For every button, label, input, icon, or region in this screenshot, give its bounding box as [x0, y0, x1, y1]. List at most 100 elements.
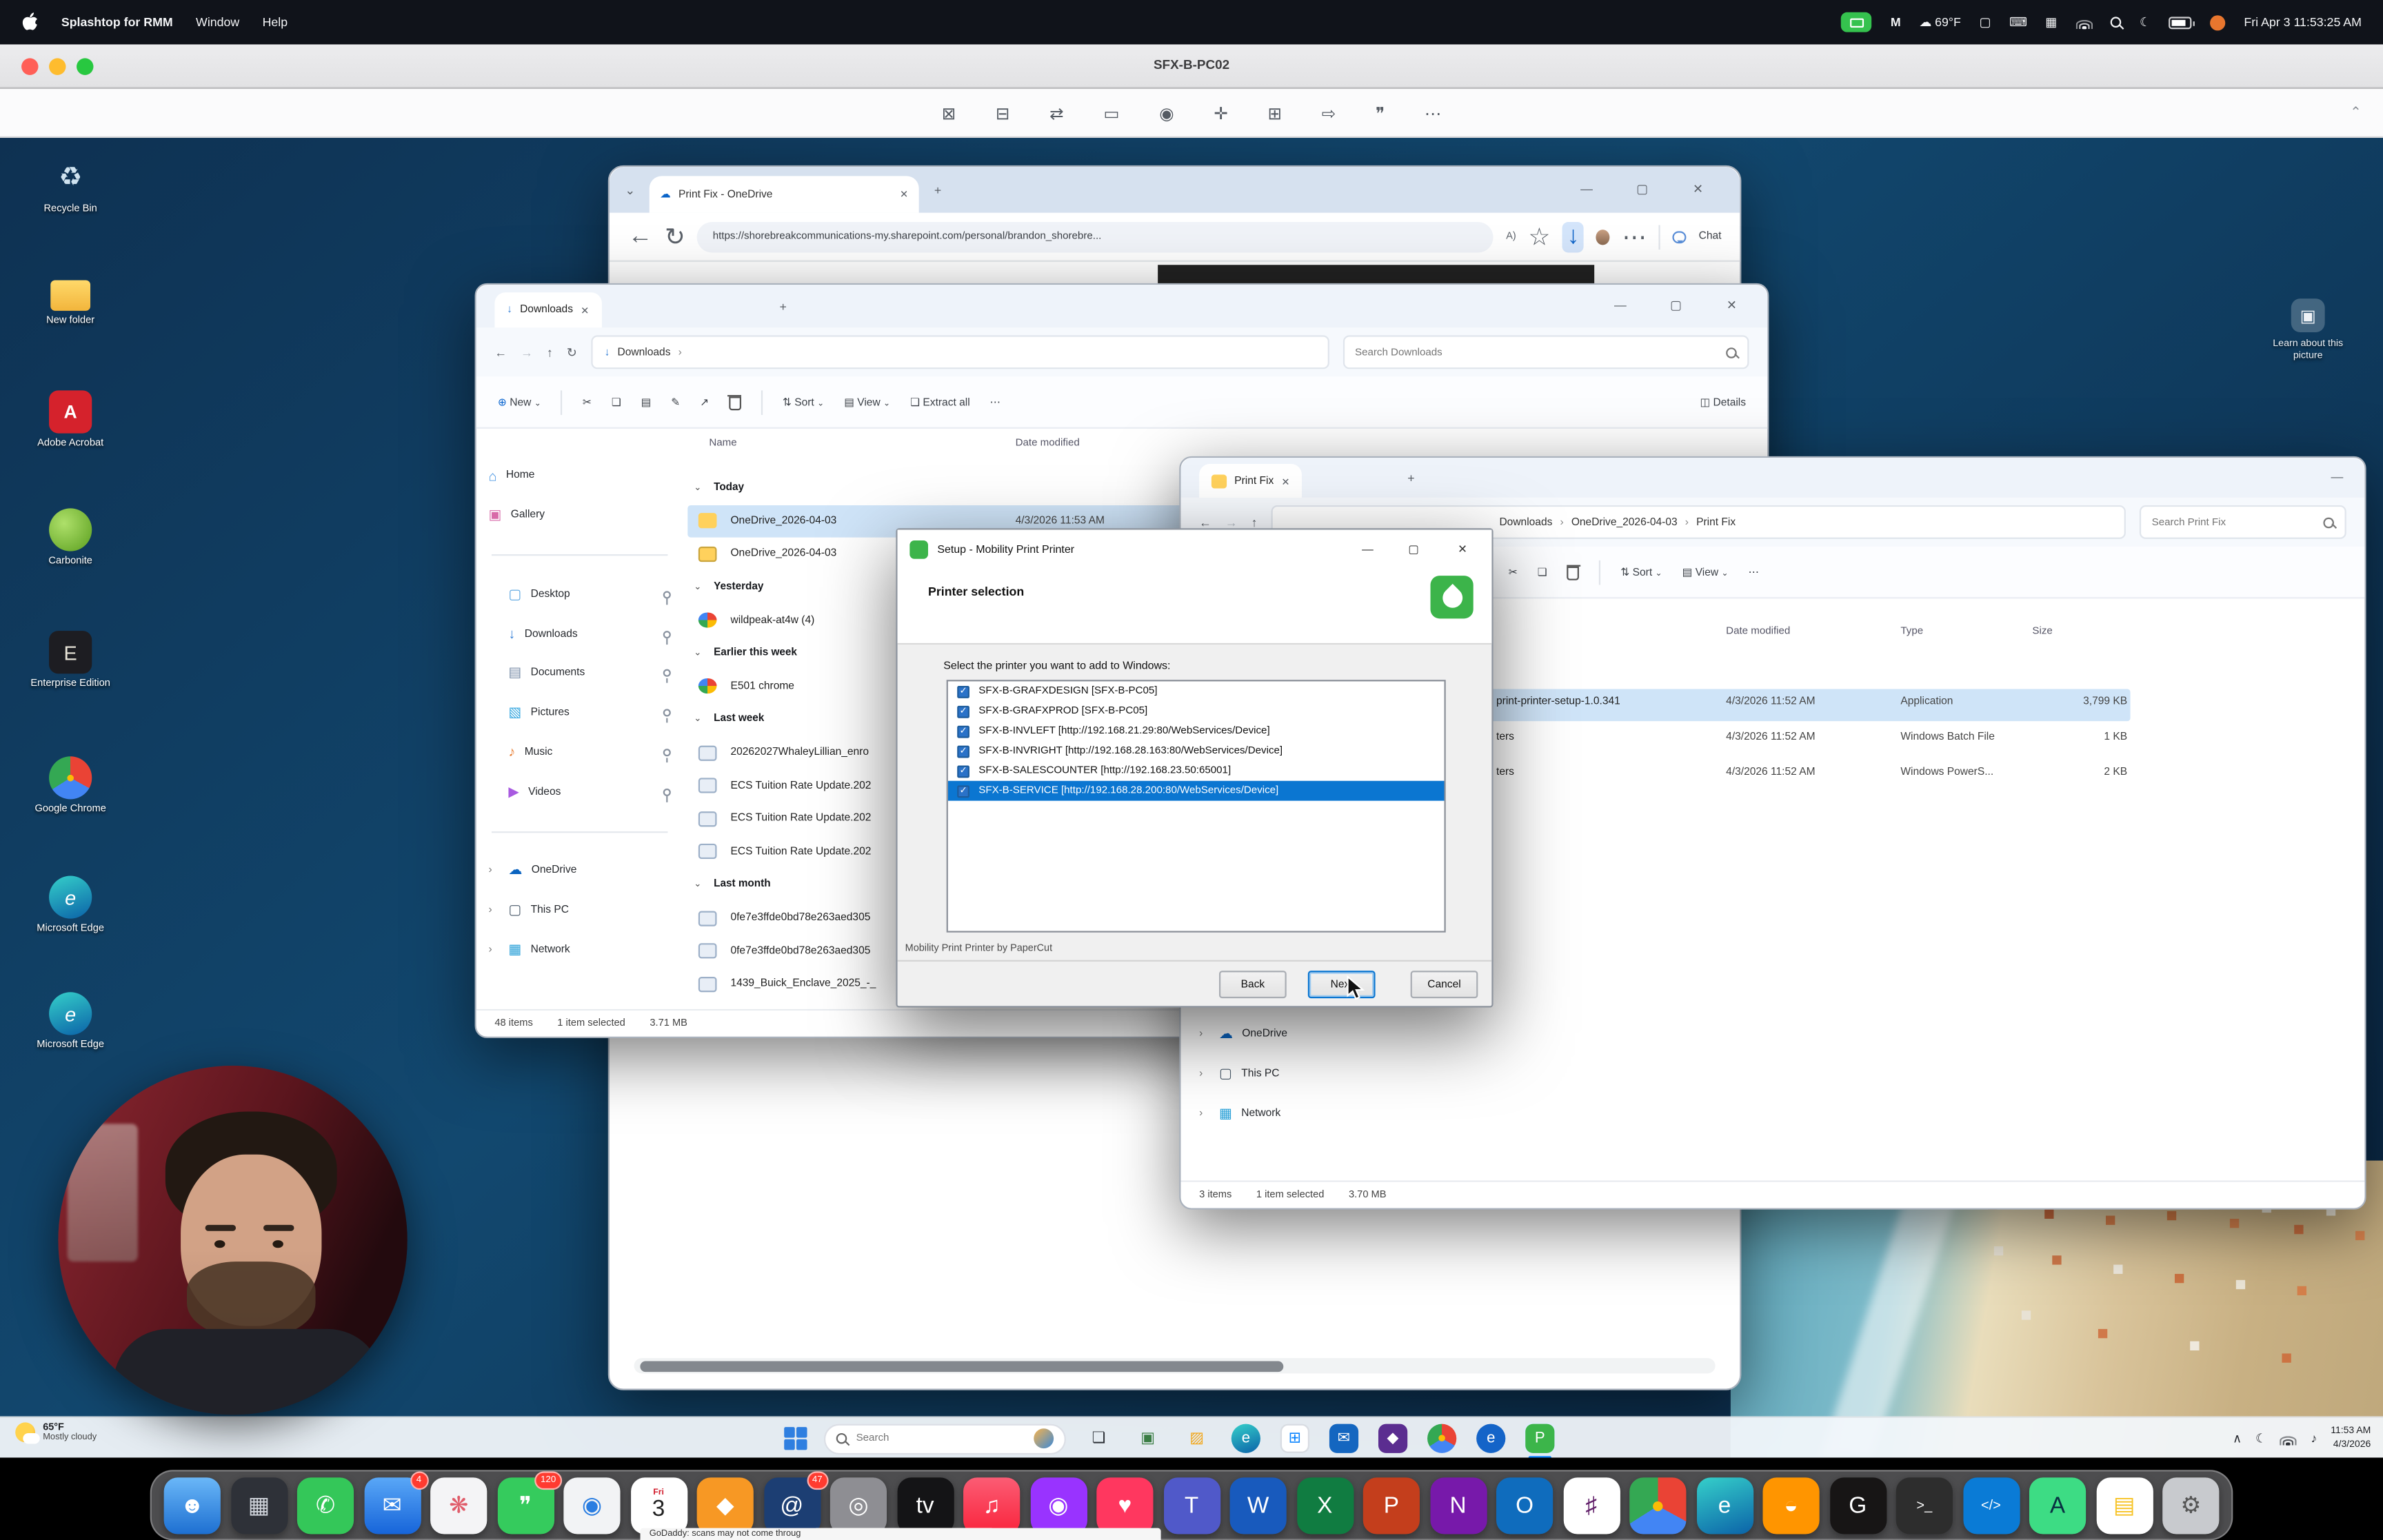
column-header-date[interactable]: Date modified: [1726, 626, 1790, 637]
address-bar[interactable]: https://shorebreakcommunications-my.shar…: [698, 221, 1494, 252]
focus-moon-icon[interactable]: ☾: [2140, 15, 2151, 29]
new-tab-button[interactable]: +: [934, 184, 941, 198]
paste-icon[interactable]: ▤: [641, 396, 652, 408]
close-icon[interactable]: ✕: [1727, 298, 1737, 312]
dock-icon[interactable]: Fri 3: [630, 1477, 687, 1533]
search-input[interactable]: [856, 1433, 997, 1444]
profile-avatar[interactable]: [1596, 229, 1610, 244]
chat-button[interactable]: Chat: [1699, 231, 1722, 242]
taskbar-search[interactable]: [824, 1424, 1066, 1454]
taskbar-app-icon[interactable]: ❏: [1083, 1422, 1115, 1455]
scrollbar-thumb[interactable]: [640, 1360, 1283, 1371]
moneyline-icon[interactable]: M: [1891, 15, 1901, 29]
search-input[interactable]: [1355, 347, 1726, 358]
menu-bar-clock[interactable]: Fri Apr 3 11:53:25 AM: [2244, 15, 2362, 29]
taskbar-app-icon[interactable]: e: [1230, 1422, 1263, 1455]
back-icon[interactable]: ←: [494, 345, 507, 359]
status-dot-icon[interactable]: [2211, 14, 2226, 30]
sidebar-item[interactable]: ⌂ Home: [479, 456, 685, 496]
taskbar-app-icon[interactable]: ●: [1426, 1422, 1458, 1455]
minimize-icon[interactable]: —: [1345, 530, 1391, 569]
display-icon[interactable]: ▭: [1103, 103, 1119, 123]
screen-sharing-indicator-icon[interactable]: [1842, 12, 1872, 32]
column-header-date[interactable]: Date modified: [1016, 438, 1080, 449]
rename-icon[interactable]: ✎: [671, 396, 680, 408]
checkbox-checked-icon[interactable]: ✓: [957, 764, 969, 777]
edge-active-tab[interactable]: ☁ Print Fix - OneDrive ✕: [650, 176, 919, 212]
printer-option[interactable]: ✓ SFX-B-SALESCOUNTER [http://192.168.23.…: [948, 761, 1445, 781]
dock-icon[interactable]: W: [1230, 1477, 1287, 1533]
downloads-icon[interactable]: ↓: [1562, 221, 1584, 252]
printer-option[interactable]: ✓ SFX-B-INVLEFT [http://192.168.21.29:80…: [948, 721, 1445, 741]
file-transfer-icon[interactable]: ⇨: [1322, 103, 1336, 123]
chevron-right-icon[interactable]: ›: [489, 905, 500, 916]
desktop-icon-adobe-acrobat[interactable]: A Adobe Acrobat: [21, 390, 119, 450]
checkbox-checked-icon[interactable]: ✓: [957, 784, 969, 797]
view-options-icon[interactable]: ◉: [1159, 103, 1174, 123]
maximize-icon[interactable]: ▢: [1636, 182, 1648, 196]
up-icon[interactable]: ↑: [547, 345, 553, 359]
close-icon[interactable]: ✕: [1440, 530, 1486, 569]
dock-icon[interactable]: ◎: [830, 1477, 887, 1533]
dock-icon[interactable]: G: [1829, 1477, 1886, 1533]
taskbar-app-icon[interactable]: ⊞: [1279, 1422, 1311, 1455]
tab-close-icon[interactable]: ✕: [1281, 476, 1289, 488]
sidebar-item[interactable]: › ▢ This PC: [479, 891, 685, 930]
sidebar-item[interactable]: ♪ Music: [479, 733, 685, 772]
dock-icon[interactable]: ♫: [963, 1477, 1020, 1533]
dock-icon[interactable]: P: [1363, 1477, 1420, 1533]
weather-cloud-icon[interactable]: ☁ 69°F: [1919, 15, 1960, 29]
more-icon[interactable]: ⋯: [990, 396, 1001, 408]
grid-icon[interactable]: ▦: [2045, 15, 2057, 29]
wifi-icon[interactable]: [2075, 16, 2092, 28]
dock-icon[interactable]: tv: [896, 1477, 953, 1533]
dock-icon[interactable]: ♯: [1563, 1477, 1620, 1533]
printer-option[interactable]: ✓ SFX-B-INVRIGHT [http://192.168.28.163:…: [948, 741, 1445, 761]
menu-window[interactable]: Window: [196, 15, 239, 29]
dock-icon[interactable]: ✆: [297, 1477, 354, 1533]
disconnect-icon[interactable]: ⊠: [942, 103, 956, 123]
close-icon[interactable]: ✕: [1693, 182, 1703, 196]
new-button[interactable]: ⊕ New ⌄: [498, 396, 541, 408]
tab-close-icon[interactable]: ✕: [900, 188, 908, 201]
menu-help[interactable]: Help: [263, 15, 288, 29]
downloads-tab[interactable]: ↓ Downloads ✕: [494, 292, 601, 327]
display-icon[interactable]: ▢: [1979, 15, 1991, 29]
learn-about-picture-widget[interactable]: ▣ Learn about this picture: [2264, 298, 2353, 364]
desktop-icon-microsoft-edge-1[interactable]: e Microsoft Edge: [21, 875, 119, 935]
minimize-icon[interactable]: —: [1614, 298, 1627, 312]
minimize-icon[interactable]: —: [2331, 470, 2344, 484]
chevron-right-icon[interactable]: ›: [1199, 1029, 1210, 1040]
new-tab-button[interactable]: +: [780, 300, 787, 314]
dock-icon[interactable]: N: [1429, 1477, 1486, 1533]
checkbox-checked-icon[interactable]: ✓: [957, 725, 969, 738]
view-button[interactable]: ▤ View ⌄: [844, 396, 890, 408]
battery-icon[interactable]: [2169, 16, 2192, 28]
breadcrumb[interactable]: ↓ Downloads ›: [591, 335, 1329, 369]
sort-button[interactable]: ⇅ Sort ⌄: [1620, 566, 1662, 578]
group-chevron-icon[interactable]: ⌄: [694, 714, 701, 725]
keyboard-icon[interactable]: ⌨: [2009, 15, 2027, 29]
tray-chevron-icon[interactable]: ∧: [2233, 1432, 2242, 1446]
back-icon[interactable]: ←: [1199, 515, 1211, 529]
dock-icon[interactable]: O: [1496, 1477, 1553, 1533]
collapse-toolbar-icon[interactable]: ⌃: [2350, 104, 2362, 121]
checkbox-checked-icon[interactable]: ✓: [957, 745, 969, 758]
dock-icon[interactable]: ◆: [697, 1477, 754, 1533]
horizontal-scrollbar[interactable]: [634, 1358, 1716, 1373]
chevron-right-icon[interactable]: ›: [1199, 1108, 1210, 1119]
more-options-icon[interactable]: ⋯: [1425, 103, 1441, 123]
column-header-type[interactable]: Type: [1900, 626, 1923, 637]
crumb-downloads[interactable]: Downloads: [1499, 517, 1552, 528]
dock-icon[interactable]: ◉: [563, 1477, 620, 1533]
column-header-name[interactable]: Name: [709, 438, 736, 449]
copy-icon[interactable]: ❏: [1538, 566, 1547, 578]
group-chevron-icon[interactable]: ⌄: [694, 880, 701, 891]
dock-icon[interactable]: ✉ 4: [364, 1477, 421, 1533]
dock-icon[interactable]: </>: [1962, 1477, 2019, 1533]
sidebar-item[interactable]: › ☁ OneDrive: [479, 851, 685, 891]
sidebar-item[interactable]: [479, 812, 685, 851]
delete-icon[interactable]: [729, 396, 741, 410]
chat-icon[interactable]: ❞: [1376, 103, 1385, 123]
dock-icon[interactable]: e: [1696, 1477, 1753, 1533]
